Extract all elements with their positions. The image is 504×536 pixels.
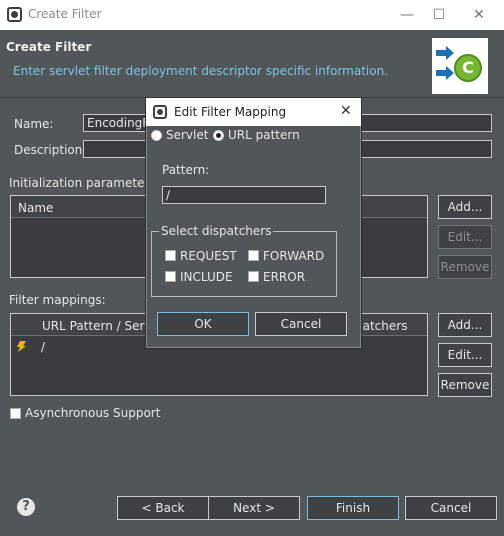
mapping-add-button[interactable]: Add... [438, 313, 492, 337]
url-pattern-radio-label[interactable]: URL pattern [228, 128, 300, 142]
minimize-button[interactable]: — [396, 5, 418, 25]
async-support-checkbox[interactable] [10, 408, 21, 419]
dialog-title: Edit Filter Mapping [174, 105, 287, 119]
next-button[interactable]: Next > [208, 496, 300, 520]
init-add-button[interactable]: Add... [438, 195, 492, 219]
mapping-pattern-cell: / [41, 340, 46, 354]
async-support-label: Asynchronous Support [25, 406, 161, 420]
description-label: Description: [14, 143, 87, 157]
request-checkbox[interactable] [165, 250, 176, 261]
url-pattern-radio[interactable] [213, 130, 224, 141]
filter-wizard-banner-icon: C [432, 38, 488, 94]
class-c-icon: C [454, 54, 482, 82]
wizard-header: Create Filter Enter servlet filter deplo… [0, 30, 504, 98]
back-button[interactable]: < Back [117, 496, 209, 520]
column-url-pattern-header[interactable]: URL Pattern / Servl [42, 319, 155, 333]
forward-checkbox[interactable] [248, 250, 259, 261]
init-params-label: Initialization parameters: [9, 176, 160, 190]
forward-label: FORWARD [263, 249, 325, 263]
dialog-titlebar: Edit Filter Mapping ✕ [146, 98, 361, 126]
maximize-button[interactable]: ☐ [428, 5, 450, 25]
dialog-cancel-button[interactable]: Cancel [255, 312, 347, 336]
mapping-edit-button[interactable]: Edit... [438, 343, 492, 367]
window-titlebar: Create Filter — ☐ ✕ [0, 0, 504, 30]
edit-filter-mapping-dialog: Edit Filter Mapping ✕ Servlet URL patter… [145, 97, 362, 349]
import-arrow-icon [436, 46, 454, 60]
request-label: REQUEST [180, 249, 237, 263]
error-label: ERROR [263, 270, 306, 284]
servlet-radio[interactable] [151, 130, 162, 141]
mapping-remove-button[interactable]: Remove [438, 373, 492, 397]
servlet-radio-label[interactable]: Servlet [166, 128, 208, 142]
column-name-header[interactable]: Name [18, 201, 53, 215]
error-checkbox[interactable] [248, 271, 259, 282]
dialog-ok-button[interactable]: OK [157, 312, 249, 336]
dialog-close-icon[interactable]: ✕ [340, 103, 352, 119]
filter-mappings-label: Filter mappings: [9, 293, 106, 307]
init-edit-button[interactable]: Edit... [438, 225, 492, 249]
cancel-button[interactable]: Cancel [405, 496, 497, 520]
name-label: Name: [14, 117, 54, 131]
eclipse-app-icon [7, 7, 22, 22]
dispatchers-group-label: Select dispatchers [159, 224, 274, 238]
include-label: INCLUDE [180, 270, 233, 284]
include-checkbox[interactable] [165, 271, 176, 282]
import-arrow-icon-2 [436, 66, 454, 80]
pattern-input[interactable]: / [162, 186, 326, 204]
eclipse-app-icon [153, 105, 167, 119]
window-title: Create Filter [28, 7, 102, 21]
pattern-label: Pattern: [162, 163, 210, 177]
filter-mapping-icon [17, 341, 26, 352]
wizard-subtitle: Enter servlet filter deployment descript… [13, 64, 389, 78]
column-dispatchers-header[interactable]: patchers [355, 319, 407, 333]
finish-button[interactable]: Finish [307, 496, 399, 520]
help-icon[interactable]: ? [17, 498, 35, 516]
init-remove-button[interactable]: Remove [438, 255, 492, 279]
close-button[interactable]: ✕ [468, 5, 490, 25]
dispatchers-group [151, 231, 337, 297]
wizard-title: Create Filter [6, 40, 92, 54]
